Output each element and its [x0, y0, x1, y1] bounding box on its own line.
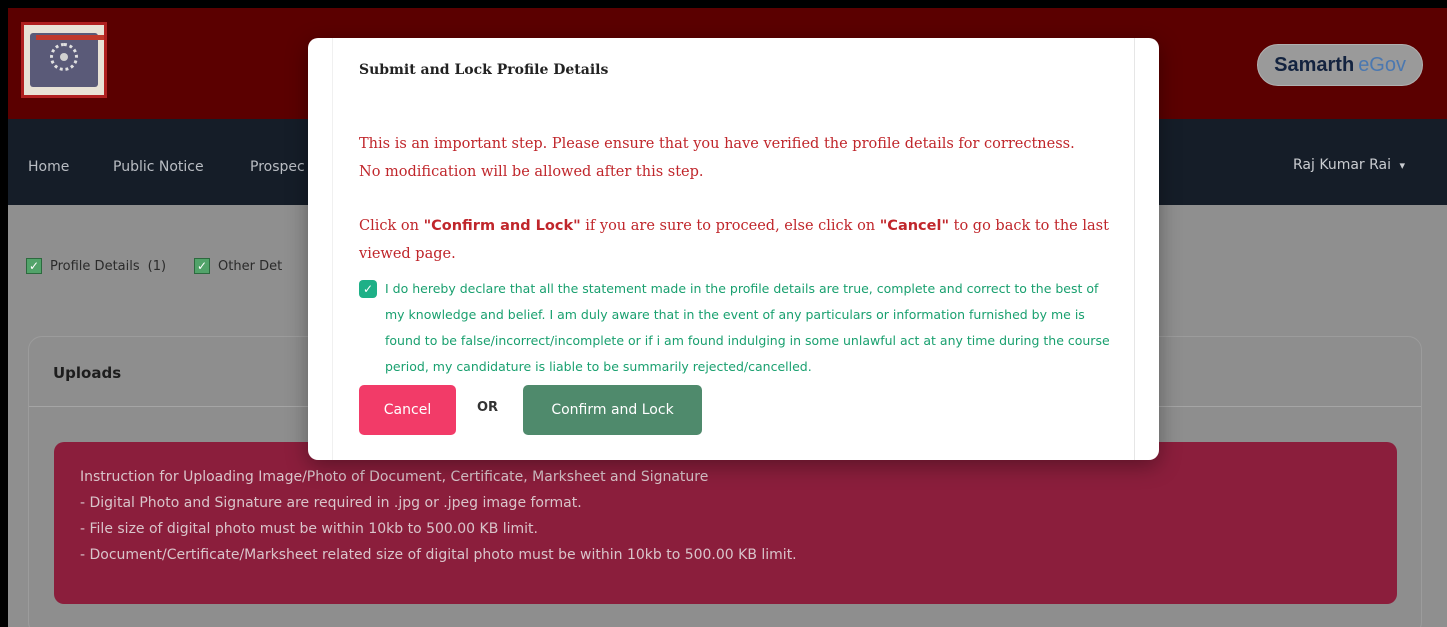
- other-details-label[interactable]: Other Det: [218, 259, 282, 274]
- declaration-checkbox[interactable]: ✓: [359, 280, 377, 298]
- modal-divider: [1134, 38, 1135, 460]
- check-icon: ✓: [194, 258, 211, 274]
- check-icon: ✓: [26, 258, 42, 274]
- emblem-flower: [50, 43, 78, 71]
- warning-line: This is an important step. Please ensure…: [359, 136, 1075, 152]
- instruction-text: Click on: [359, 218, 424, 234]
- user-name: Raj Kumar Rai: [1293, 157, 1392, 173]
- or-separator: OR: [477, 400, 499, 415]
- user-menu[interactable]: Raj Kumar Rai ▾: [1293, 157, 1405, 173]
- nav-prospectus[interactable]: Prospec: [250, 159, 305, 175]
- cancel-button[interactable]: Cancel: [359, 385, 456, 435]
- profile-status-row: ✓ Profile Details (1) ✓ Other Det: [26, 258, 282, 274]
- submit-lock-modal: Submit and Lock Profile Details This is …: [308, 38, 1159, 460]
- instruction-heading: Instruction for Uploading Image/Photo of…: [80, 469, 709, 485]
- university-emblem-icon[interactable]: [21, 22, 107, 98]
- uploads-title: Uploads: [53, 364, 122, 382]
- instruction-line: - Document/Certificate/Marksheet related…: [80, 547, 797, 563]
- profile-details-count: (1): [147, 258, 167, 274]
- samarth-egov-logo[interactable]: Samarth eGov: [1257, 44, 1423, 86]
- modal-warning: This is an important step. Please ensure…: [359, 130, 1119, 186]
- upload-instructions: Instruction for Uploading Image/Photo of…: [54, 442, 1397, 604]
- application-window: Samarth eGov Home Public Notice Prospec …: [8, 8, 1447, 627]
- profile-details-label[interactable]: Profile Details: [50, 259, 140, 274]
- instruction-cancel-emphasis: "Cancel": [879, 218, 950, 234]
- instruction-confirm-emphasis: "Confirm and Lock": [423, 218, 581, 234]
- instruction-line: - File size of digital photo must be wit…: [80, 521, 539, 537]
- modal-title: Submit and Lock Profile Details: [359, 62, 609, 78]
- declaration-text[interactable]: I do hereby declare that all the stateme…: [385, 276, 1115, 380]
- brand-primary: Samarth: [1274, 53, 1355, 76]
- emblem-banner: [36, 35, 104, 40]
- brand-secondary: eGov: [1358, 53, 1406, 76]
- instruction-text: if you are sure to proceed, else click o…: [580, 218, 880, 234]
- modal-instruction: Click on "Confirm and Lock" if you are s…: [359, 212, 1119, 268]
- chevron-down-icon: ▾: [1399, 159, 1405, 172]
- confirm-and-lock-button[interactable]: Confirm and Lock: [523, 385, 702, 435]
- nav-home[interactable]: Home: [28, 159, 69, 175]
- modal-divider: [332, 38, 333, 460]
- emblem-body: [30, 33, 104, 87]
- nav-public-notice[interactable]: Public Notice: [113, 159, 204, 175]
- warning-line: No modification will be allowed after th…: [359, 164, 704, 180]
- instruction-line: - Digital Photo and Signature are requir…: [80, 495, 582, 511]
